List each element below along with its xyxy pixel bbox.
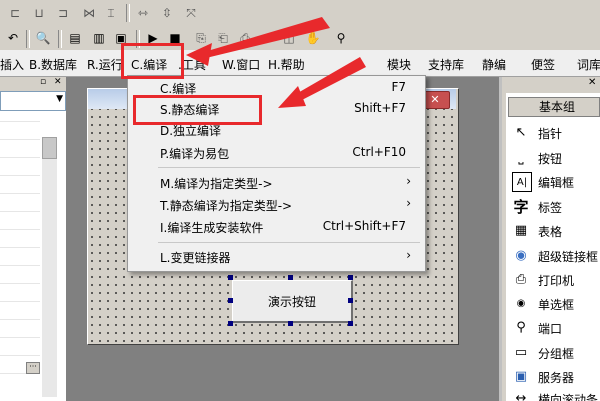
pointer-icon: ↖ — [515, 124, 527, 140]
component-edit-box[interactable]: A| 编辑框 — [508, 169, 600, 193]
component-pointer[interactable]: ↖ 指针 — [508, 120, 600, 144]
table-icon: ▦ — [514, 222, 528, 238]
component-hscrollbar[interactable]: ↔ 横向滚动条 — [508, 386, 600, 401]
component-group-box[interactable]: ▭ 分组框 — [508, 340, 600, 364]
component-radio[interactable]: ◉ 单选框 — [508, 291, 600, 315]
globe-icon: ◉ — [515, 247, 527, 263]
component-button[interactable]: ⎵ 按钮 — [508, 145, 600, 169]
component-hyperlink[interactable]: ◉ 超级链接框 — [508, 243, 600, 267]
group-box-icon: ▭ — [514, 344, 528, 360]
edit-box-icon: A| — [512, 172, 532, 192]
hscrollbar-icon: ↔ — [515, 390, 527, 401]
label-icon: 字 — [513, 197, 529, 216]
component-box-header: ✕ — [502, 77, 600, 93]
port-icon: ⚲ — [516, 319, 526, 335]
server-icon: ▣ — [514, 368, 528, 384]
component-server[interactable]: ▣ 服务器 — [508, 364, 600, 388]
component-table[interactable]: ▦ 表格 — [508, 218, 600, 242]
component-printer[interactable]: ⎙ 打印机 — [508, 267, 600, 291]
radio-icon: ◉ — [516, 297, 526, 309]
printer-icon: ⎙ — [515, 271, 527, 287]
panel-close-icon[interactable]: ✕ — [588, 77, 596, 88]
component-group-basic[interactable]: 基本组 — [508, 97, 600, 117]
component-label[interactable]: 字 标签 — [508, 194, 600, 218]
component-port[interactable]: ⚲ 端口 — [508, 315, 600, 339]
button-icon: ⎵ — [518, 149, 524, 165]
